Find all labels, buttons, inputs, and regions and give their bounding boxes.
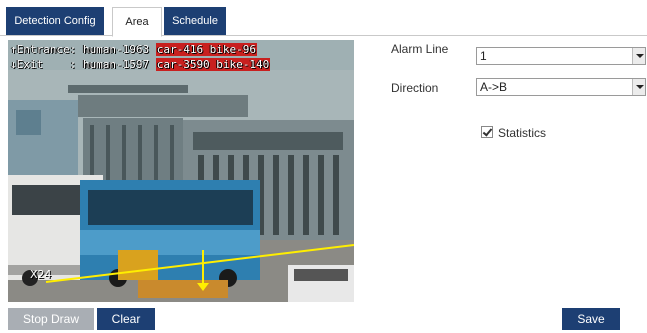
clear-button[interactable]: Clear bbox=[97, 308, 155, 330]
tab-area[interactable]: Area bbox=[112, 7, 162, 37]
tab-schedule[interactable]: Schedule bbox=[164, 7, 226, 35]
osd-entrance-vehicles: car-416 bike-96 bbox=[155, 43, 258, 56]
osd-entrance-human: ↑Entrance: human-1963 bbox=[10, 43, 156, 56]
direction-select[interactable]: A->B bbox=[476, 78, 646, 96]
statistics-label: Statistics bbox=[498, 126, 547, 140]
tab-bar: Detection Config Area Schedule bbox=[0, 0, 647, 37]
osd-exit-count: ↓Exit : human-1597 car-3590 bike-140 bbox=[10, 58, 271, 71]
stop-draw-button[interactable]: Stop Draw bbox=[8, 308, 94, 330]
osd-exit-vehicles: car-3590 bike-140 bbox=[155, 58, 271, 71]
chevron-down-icon[interactable] bbox=[632, 79, 645, 95]
chevron-down-icon[interactable] bbox=[632, 48, 645, 64]
osd-entrance-count: ↑Entrance: human-1963 car-416 bike-96 bbox=[10, 43, 258, 56]
alarm-line-select[interactable]: 1 bbox=[476, 47, 646, 65]
alarm-line-label: Alarm Line bbox=[391, 42, 449, 56]
video-preview[interactable]: ↑Entrance: human-1963 car-416 bike-96 ↓E… bbox=[8, 40, 354, 302]
camera-scene bbox=[8, 40, 354, 302]
alarm-line-value: 1 bbox=[480, 49, 487, 63]
direction-value: A->B bbox=[480, 80, 508, 94]
direction-label: Direction bbox=[391, 81, 439, 95]
tab-detection-config[interactable]: Detection Config bbox=[6, 7, 104, 35]
line-endpoint-label: X24 bbox=[30, 268, 52, 281]
statistics-checkbox[interactable] bbox=[481, 126, 493, 138]
save-button[interactable]: Save bbox=[562, 308, 620, 330]
osd-exit-human: ↓Exit : human-1597 bbox=[10, 58, 156, 71]
